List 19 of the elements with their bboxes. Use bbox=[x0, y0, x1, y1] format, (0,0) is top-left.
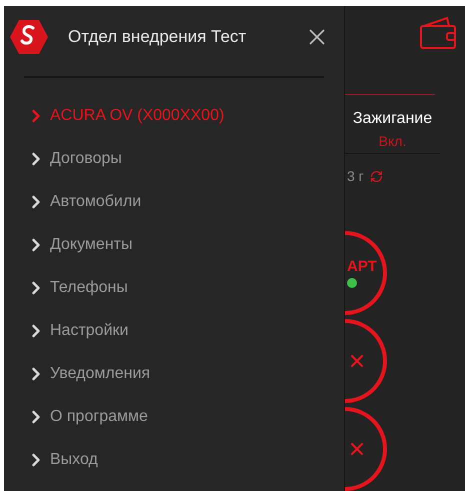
ignition-value: Вкл. bbox=[378, 132, 406, 152]
menu-item[interactable]: Уведомления bbox=[26, 352, 344, 395]
menu-item[interactable]: О программе bbox=[26, 395, 344, 438]
menu-item[interactable]: Выход bbox=[26, 438, 344, 481]
refresh-icon[interactable] bbox=[370, 170, 383, 183]
menu-item[interactable]: Телефоны bbox=[26, 266, 344, 309]
menu-item[interactable]: Документы bbox=[26, 223, 344, 266]
menu-item[interactable]: Автомобили bbox=[26, 180, 344, 223]
round-button[interactable] bbox=[345, 407, 387, 491]
ignition-label: Зажигание bbox=[352, 109, 432, 130]
age-text: 3 г bbox=[347, 167, 364, 186]
menu-item[interactable]: ACURA OV (X000XX00) bbox=[26, 94, 344, 137]
round-button[interactable]: АРТ bbox=[345, 231, 387, 315]
menu-item[interactable]: Договоры bbox=[26, 137, 344, 180]
round-button[interactable] bbox=[345, 319, 387, 403]
wallet-icon[interactable] bbox=[419, 16, 457, 50]
drawer-title: Отдел внедрения Тест bbox=[68, 26, 248, 48]
start-label: АРТ bbox=[347, 258, 377, 274]
menu-item[interactable]: Настройки bbox=[26, 309, 344, 352]
